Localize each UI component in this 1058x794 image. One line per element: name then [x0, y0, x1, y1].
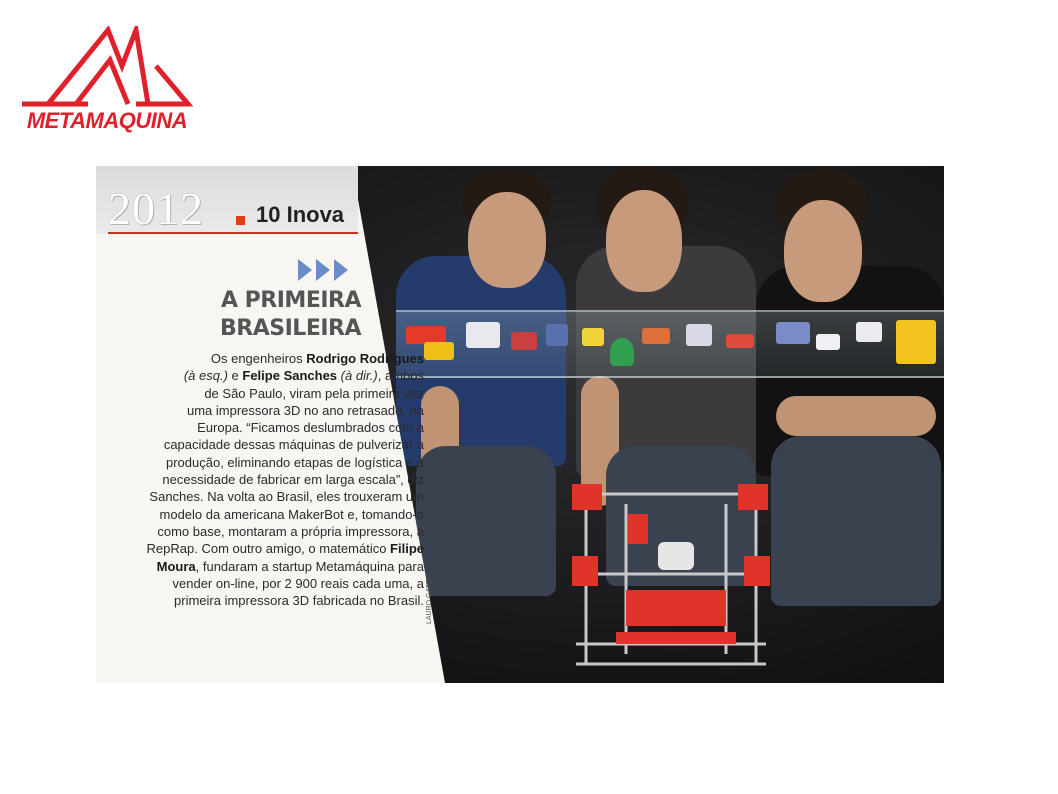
article-body-line: capacidade dessas máquinas de pulverizar… [104, 436, 424, 453]
article-body-run: produção, eliminando etapas de logística… [165, 454, 424, 470]
article-body-line: RepRap. Com outro amigo, o matemático Fi… [104, 540, 424, 557]
article-body-bold-run: Moura [156, 558, 196, 574]
article-body-line: Moura, fundaram a startup Metamáquina pa… [104, 558, 424, 575]
header-rule [108, 232, 358, 234]
article-body-italic-run: (à dir.) [340, 368, 378, 384]
logo-wordmark: METAMAQUINA [26, 108, 188, 133]
logo-m-mark-icon [22, 26, 194, 107]
section-header: 2012 10 Inova [96, 166, 358, 234]
article-body-line: vender on-line, por 2 900 reais cada uma… [104, 575, 425, 592]
article-body-run: de São Paulo, viram pela primeira vez [204, 385, 424, 401]
article-body-run: modelo da americana MakerBot e, tomando-… [159, 506, 424, 522]
triple-arrow-icon [298, 259, 348, 281]
article-body-run: como base, montaram a própria impressora… [157, 523, 424, 539]
article-body-run: e [227, 368, 243, 384]
header-year: 2012 [108, 183, 204, 234]
article-body-line: modelo da americana MakerBot e, tomando-… [104, 506, 424, 523]
article-body-line: Sanches. Na volta ao Brasil, eles trouxe… [104, 488, 424, 505]
article-body-run: Europa. “Ficamos deslumbrados com a [197, 420, 424, 436]
article-body-italic-run: (à esq.) [183, 368, 228, 384]
article-body-line: Os engenheiros Rodrigo Rodrigues [104, 350, 424, 367]
article-body-run: , fundaram a startup Metamáquina para [195, 558, 424, 574]
headline-line-2: BRASILEIRA [220, 316, 361, 341]
article-body-run: , ambos [377, 368, 424, 384]
article-body-line: produção, eliminando etapas de logística… [104, 454, 424, 471]
article-body-bold-run: Filipe [390, 541, 424, 557]
glass-shelf-printed-parts [396, 310, 944, 378]
article-body-run: vender on-line, por 2 900 reais cada uma… [172, 575, 425, 591]
article-body-line: Europa. “Ficamos deslumbrados com a [104, 419, 424, 436]
photo-credit: LAURO GATTI [426, 577, 433, 624]
article-body-run: RepRap. Com outro amigo, o matemático [146, 541, 391, 557]
article-body-line: (à esq.) e Felipe Sanches (à dir.), ambo… [104, 367, 424, 384]
article-body-run: uma impressora 3D no ano retrasado, na [186, 402, 424, 418]
article-body-run: primeira impressora 3D fabricada no Bras… [174, 593, 424, 609]
article-body-run: Sanches. Na volta ao Brasil, eles trouxe… [149, 489, 424, 505]
metamaquina-logo: METAMAQUINA [18, 26, 196, 136]
article-body-line: necessidade de fabricar em larga escala”… [104, 471, 424, 488]
article-body-run: Os engenheiros [210, 351, 307, 366]
header-section-title: 10 Inova [256, 202, 345, 227]
article-body-run: capacidade dessas máquinas de pulverizar… [163, 437, 424, 453]
article-body-line: de São Paulo, viram pela primeira vez [104, 385, 424, 402]
article-body-line: como base, montaram a própria impressora… [104, 523, 424, 540]
article-body-run: necessidade de fabricar em larga escala”… [162, 472, 424, 488]
reprap-printer [572, 484, 770, 666]
headline-line-1: A PRIMEIRA [220, 288, 362, 313]
article-body-line: uma impressora 3D no ano retrasado, na [104, 402, 424, 419]
header-bullet-icon [236, 216, 245, 225]
article-body-bold-run: Rodrigo Rodrigues [306, 351, 424, 366]
article-headline: A PRIMEIRA BRASILEIRA [186, 287, 361, 343]
newspaper-clipping: 2012 10 Inova A PRIMEIRA BRASILEIRA Os e… [96, 166, 944, 683]
article-body: Os engenheiros Rodrigo Rodrigues (à esq.)… [104, 350, 424, 609]
article-body-line: primeira impressora 3D fabricada no Bras… [104, 592, 424, 609]
article-body-bold-run: Felipe Sanches [242, 368, 338, 384]
